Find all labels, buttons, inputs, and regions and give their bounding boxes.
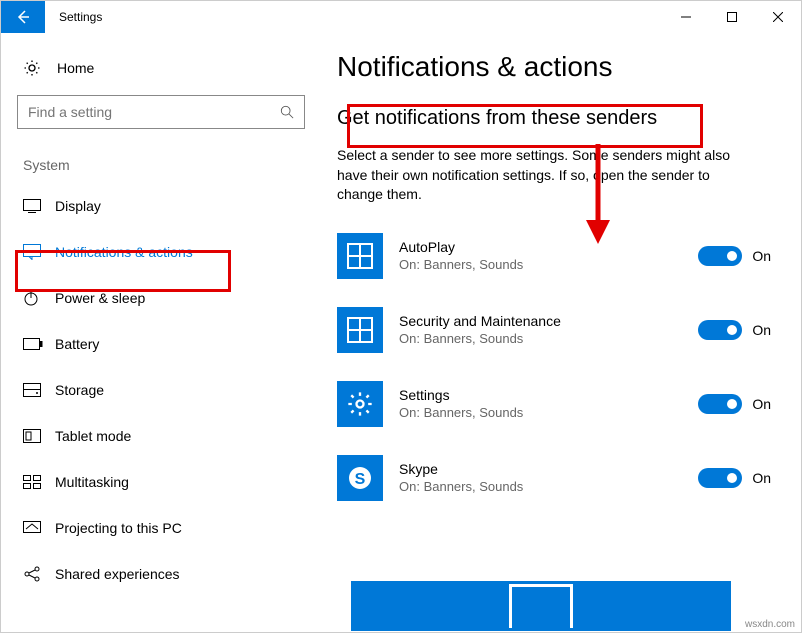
toggle-skype[interactable] <box>698 468 742 488</box>
display-icon <box>23 199 55 213</box>
home-label: Home <box>57 60 94 76</box>
sidebar-item-storage[interactable]: Storage <box>17 367 305 413</box>
storage-icon <box>23 383 55 397</box>
sidebar-group-label: System <box>23 157 333 173</box>
maximize-button[interactable] <box>709 1 755 33</box>
sender-name: Security and Maintenance <box>399 313 698 329</box>
power-icon <box>23 290 55 306</box>
page-title: Notifications & actions <box>337 51 771 83</box>
main-content: Notifications & actions Get notification… <box>333 33 801 632</box>
titlebar: Settings <box>1 1 801 33</box>
nav-label: Storage <box>55 382 104 398</box>
security-icon <box>337 307 383 353</box>
search-icon <box>280 105 294 119</box>
section-instruction: Select a sender to see more settings. So… <box>337 146 757 205</box>
search-input[interactable] <box>17 95 305 129</box>
watermark: wsxdn.com <box>745 619 795 630</box>
sidebar-item-notifications[interactable]: Notifications & actions <box>17 229 305 275</box>
partial-tile[interactable] <box>351 581 731 631</box>
sender-name: AutoPlay <box>399 239 698 255</box>
sidebar-item-battery[interactable]: Battery <box>17 321 305 367</box>
sidebar-item-shared[interactable]: Shared experiences <box>17 551 305 597</box>
sidebar-item-projecting[interactable]: Projecting to this PC <box>17 505 305 551</box>
nav-label: Projecting to this PC <box>55 520 182 536</box>
projecting-icon <box>23 521 55 535</box>
gear-icon <box>23 59 41 77</box>
sidebar: Home System Display Notifications & acti… <box>1 33 333 632</box>
toggle-label: On <box>752 396 771 412</box>
nav-label: Tablet mode <box>55 428 131 444</box>
close-button[interactable] <box>755 1 801 33</box>
svg-text:S: S <box>355 471 366 488</box>
window-title: Settings <box>45 10 102 24</box>
sender-row-skype[interactable]: S Skype On: Banners, Sounds On <box>337 455 771 501</box>
nav-label: Shared experiences <box>55 566 180 582</box>
sender-row-settings[interactable]: Settings On: Banners, Sounds On <box>337 381 771 427</box>
sender-detail: On: Banners, Sounds <box>399 479 698 494</box>
sender-detail: On: Banners, Sounds <box>399 331 698 346</box>
sidebar-item-display[interactable]: Display <box>17 183 305 229</box>
toggle-label: On <box>752 470 771 486</box>
settings-app-icon <box>337 381 383 427</box>
search-field[interactable] <box>28 104 268 120</box>
nav-label: Multitasking <box>55 474 129 490</box>
section-title: Get notifications from these senders <box>337 107 771 130</box>
minimize-button[interactable] <box>663 1 709 33</box>
nav-label: Power & sleep <box>55 290 145 306</box>
skype-icon: S <box>337 455 383 501</box>
sender-row-autoplay[interactable]: AutoPlay On: Banners, Sounds On <box>337 233 771 279</box>
sender-row-security[interactable]: Security and Maintenance On: Banners, So… <box>337 307 771 353</box>
autoplay-icon <box>337 233 383 279</box>
sender-name: Skype <box>399 461 698 477</box>
toggle-settings[interactable] <box>698 394 742 414</box>
multitasking-icon <box>23 475 55 489</box>
sender-name: Settings <box>399 387 698 403</box>
toggle-label: On <box>752 322 771 338</box>
nav-label: Display <box>55 198 101 214</box>
toggle-security[interactable] <box>698 320 742 340</box>
sidebar-item-multitasking[interactable]: Multitasking <box>17 459 305 505</box>
nav-label: Battery <box>55 336 99 352</box>
home-button[interactable]: Home <box>17 53 333 95</box>
back-button[interactable] <box>1 1 45 33</box>
notification-icon <box>23 244 55 260</box>
toggle-autoplay[interactable] <box>698 246 742 266</box>
tablet-icon <box>23 429 55 443</box>
nav-label: Notifications & actions <box>55 244 193 260</box>
sidebar-item-tablet[interactable]: Tablet mode <box>17 413 305 459</box>
sender-detail: On: Banners, Sounds <box>399 257 698 272</box>
sender-detail: On: Banners, Sounds <box>399 405 698 420</box>
battery-icon <box>23 338 55 350</box>
toggle-label: On <box>752 248 771 264</box>
shared-icon <box>23 566 55 582</box>
sidebar-item-power[interactable]: Power & sleep <box>17 275 305 321</box>
